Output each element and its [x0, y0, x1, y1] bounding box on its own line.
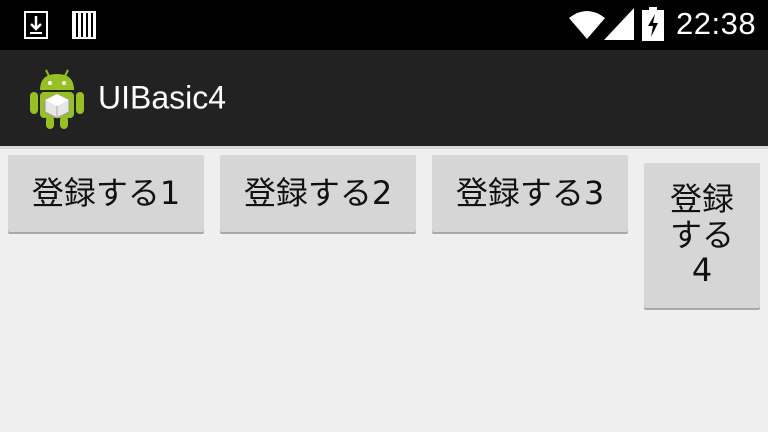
storage-bars-icon	[72, 11, 96, 39]
status-bar: 22:38	[0, 0, 768, 50]
android-app-icon[interactable]	[28, 66, 86, 130]
download-icon	[24, 11, 48, 39]
register-button-1[interactable]: 登録する1	[8, 155, 204, 232]
action-bar: UIBasic4	[0, 50, 768, 146]
divider	[0, 146, 768, 149]
wifi-icon	[569, 11, 605, 39]
register-button-2[interactable]: 登録する2	[220, 155, 416, 232]
app-title: UIBasic4	[98, 79, 227, 116]
register-button-4[interactable]: 登録する4	[644, 163, 760, 308]
register-button-3[interactable]: 登録する3	[432, 155, 628, 232]
battery-charging-icon	[642, 7, 664, 41]
clock: 22:38	[676, 6, 757, 41]
signal-icon	[604, 8, 634, 40]
